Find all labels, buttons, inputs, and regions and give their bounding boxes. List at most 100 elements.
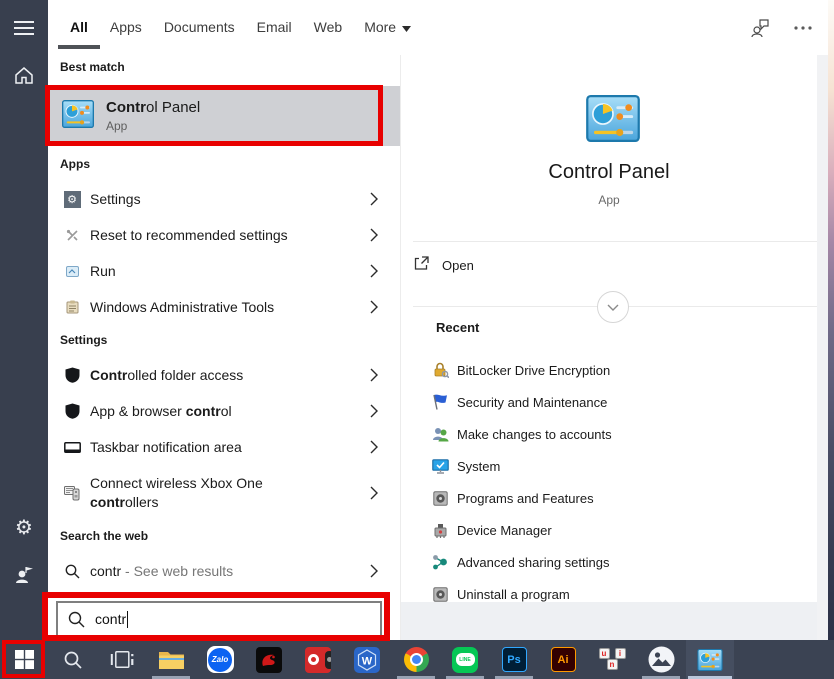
recent-uninstall-program[interactable]: Uninstall a program: [401, 578, 817, 610]
chevron-right-icon: [370, 300, 378, 314]
detail-subtitle: App: [598, 193, 620, 207]
feedback-button[interactable]: [0, 551, 48, 599]
taskbar-media-app[interactable]: [294, 640, 342, 679]
media-player-icon: [305, 646, 331, 673]
recent-programs-features[interactable]: Programs and Features: [401, 482, 817, 514]
chevron-right-icon: [370, 368, 378, 382]
expand-button[interactable]: [597, 291, 629, 323]
recent-device-manager[interactable]: Device Manager: [401, 514, 817, 546]
taskbar-w-app[interactable]: W: [343, 640, 391, 679]
search-tab-bar: All Apps Documents Email Web More: [48, 0, 828, 56]
result-xbox-controllers[interactable]: Connect wireless Xbox One controllers: [48, 469, 400, 517]
tab-documents[interactable]: Documents: [164, 0, 235, 55]
hamburger-menu-button[interactable]: [0, 4, 48, 52]
taskbar-chrome[interactable]: [392, 640, 440, 679]
bitlocker-icon: [431, 362, 449, 378]
result-admin-tools[interactable]: Windows Administrative Tools: [48, 293, 400, 321]
taskbar-illustrator[interactable]: Ai: [539, 640, 587, 679]
search-input[interactable]: contr: [56, 601, 382, 637]
chrome-icon: [403, 647, 429, 672]
feedback-top-button[interactable]: [742, 0, 778, 55]
monitor-icon: [431, 458, 449, 474]
xbox-controller-icon: [63, 485, 81, 501]
result-settings[interactable]: ⚙ Settings: [48, 185, 400, 213]
illustrator-icon: Ai: [550, 647, 576, 672]
program-icon: [431, 490, 449, 506]
taskbar-search-button[interactable]: [49, 640, 97, 679]
windows-logo-icon: [14, 650, 34, 669]
control-panel-icon: [697, 649, 723, 671]
taskbar: Zalo W LINE Ps Ai u i n: [0, 640, 834, 679]
chevron-right-icon: [370, 486, 378, 500]
svg-text:W: W: [362, 655, 373, 667]
result-reset-settings[interactable]: Reset to recommended settings: [48, 221, 400, 249]
settings-header: Settings: [60, 333, 108, 347]
sharing-icon: [431, 554, 449, 570]
detail-title: Control Panel: [548, 161, 670, 183]
taskbar-line[interactable]: LINE: [441, 640, 489, 679]
result-run[interactable]: Run: [48, 257, 400, 285]
taskbar-area-icon: [63, 441, 81, 453]
shield-icon: [63, 367, 81, 383]
shield-icon: [63, 403, 81, 419]
open-action[interactable]: Open: [413, 250, 803, 280]
search-icon: [64, 651, 82, 669]
result-controlled-folder-access[interactable]: Controlled folder access: [48, 361, 400, 389]
unikey-icon: u i n: [598, 646, 626, 673]
chevron-right-icon: [370, 228, 378, 242]
sidebar: ⚙: [0, 0, 48, 640]
admin-tools-icon: [63, 300, 81, 314]
gear-icon: ⚙: [15, 515, 33, 539]
taskbar-garena[interactable]: [245, 640, 293, 679]
recent-header: Recent: [436, 320, 480, 335]
tab-web[interactable]: Web: [314, 0, 343, 55]
person-chat-icon: [750, 19, 769, 37]
tab-more[interactable]: More: [364, 0, 412, 55]
more-options-button[interactable]: [785, 0, 821, 55]
taskbar-photoshop[interactable]: Ps: [490, 640, 538, 679]
search-icon: [68, 611, 85, 628]
chevron-right-icon: [370, 192, 378, 206]
file-explorer-icon: [158, 651, 184, 669]
chevron-right-icon: [370, 404, 378, 418]
tab-apps[interactable]: Apps: [110, 0, 142, 55]
ellipsis-icon: [794, 25, 812, 30]
control-panel-icon-large: [585, 95, 641, 147]
start-button[interactable]: [0, 640, 48, 679]
best-match-header: Best match: [60, 60, 125, 74]
tab-email[interactable]: Email: [257, 0, 292, 55]
search-icon: [63, 564, 81, 579]
result-app-browser-control[interactable]: App & browser control: [48, 397, 400, 425]
windows-search-panel: ⚙ All Apps Documents Email Web More Best…: [0, 0, 834, 679]
recent-bitlocker[interactable]: BitLocker Drive Encryption: [401, 354, 817, 386]
line-icon: LINE: [452, 646, 478, 673]
recent-system[interactable]: System: [401, 450, 817, 482]
w-app-icon: W: [354, 646, 380, 673]
chevron-right-icon: [370, 564, 378, 578]
best-match-result-control-panel[interactable]: Control Panel App: [48, 86, 400, 146]
chevron-down-icon: [607, 304, 619, 311]
result-web-search[interactable]: contr - See web results: [48, 557, 400, 585]
hamburger-icon: [14, 21, 34, 35]
chevron-right-icon: [370, 264, 378, 278]
taskbar-file-explorer[interactable]: [147, 640, 195, 679]
home-button[interactable]: [0, 51, 48, 99]
result-taskbar-notification-area[interactable]: Taskbar notification area: [48, 433, 400, 461]
taskbar-unikey[interactable]: u i n: [588, 640, 636, 679]
recent-advanced-sharing[interactable]: Advanced sharing settings: [401, 546, 817, 578]
reset-icon: [63, 229, 81, 242]
recent-make-changes-accounts[interactable]: Make changes to accounts: [401, 418, 817, 450]
settings-button[interactable]: ⚙: [0, 503, 48, 551]
task-view-icon: [110, 651, 134, 668]
task-view-button[interactable]: [98, 640, 146, 679]
taskbar-photos[interactable]: [637, 640, 685, 679]
scrollbar[interactable]: [817, 55, 828, 640]
taskbar-zalo[interactable]: Zalo: [196, 640, 244, 679]
taskbar-control-panel[interactable]: [686, 640, 734, 679]
divider: [413, 241, 817, 242]
photoshop-icon: Ps: [501, 647, 527, 672]
tab-all[interactable]: All: [58, 0, 100, 55]
apps-header: Apps: [60, 157, 90, 171]
dropdown-arrow-icon: [402, 0, 412, 55]
recent-security-maintenance[interactable]: Security and Maintenance: [401, 386, 817, 418]
